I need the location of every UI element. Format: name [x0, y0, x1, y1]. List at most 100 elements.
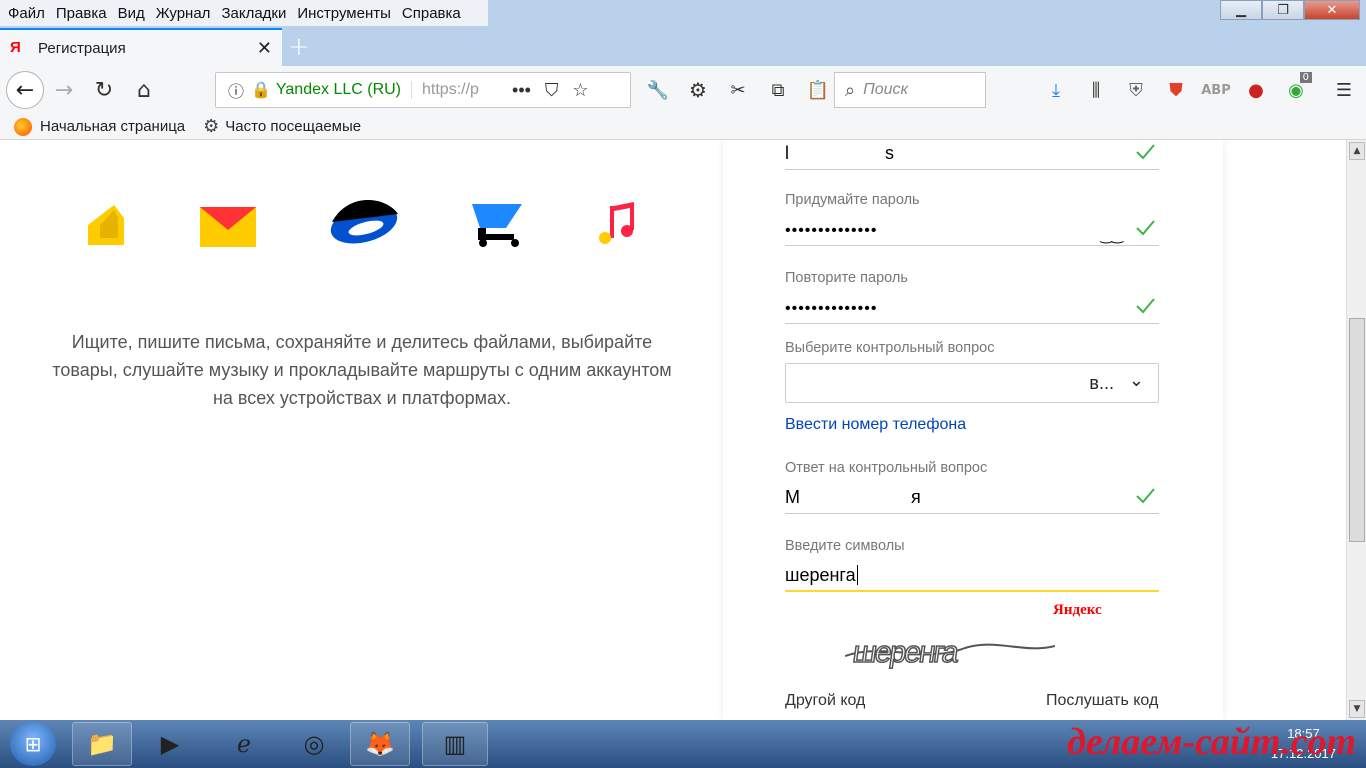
promo-description: Ищите, пишите письма, сохраняйте и делит…	[52, 332, 672, 408]
login-value-end: s	[885, 143, 894, 163]
captcha-brand-text: Яндекс	[1053, 602, 1102, 618]
ublock-icon[interactable]: ⛨	[1116, 70, 1156, 110]
bookmarks-toolbar: Начальная страница ⚙ Часто посещаемые	[0, 114, 1366, 140]
gear-icon[interactable]: ⚙	[678, 70, 718, 110]
valid-check-icon	[1136, 488, 1155, 504]
close-window-button[interactable]: ✕	[1304, 0, 1360, 20]
captcha-brand: Яндекс	[1053, 602, 1102, 619]
windows-taskbar: ⊞ 📁 ▶ ℯ ◎ 🦊 ▥ 18:57 17.12.2017 делаем-са…	[0, 720, 1366, 768]
captcha-image: шеренга	[845, 634, 1055, 674]
site-watermark: делаем-сайт.com	[1067, 721, 1356, 763]
pocket-icon[interactable]: ⛉	[545, 80, 559, 101]
cut-icon[interactable]: ✂	[718, 70, 758, 110]
window-controls: ▁ ❐ ✕	[1220, 0, 1360, 20]
enter-phone-link[interactable]: Ввести номер телефона	[785, 416, 966, 434]
reload-button[interactable]: ↻	[84, 70, 124, 110]
start-button[interactable]: ⊞	[10, 722, 56, 766]
yandex-favicon-icon: Я	[10, 39, 21, 56]
menu-edit[interactable]: Правка	[56, 5, 107, 22]
search-icon: ⌕	[845, 79, 856, 100]
security-answer-label: Ответ на контрольный вопрос	[785, 460, 988, 476]
security-answer-field[interactable]: М я	[785, 478, 1159, 514]
bookmark-star-icon[interactable]: ☆	[572, 80, 588, 101]
adblock-icon[interactable]: ABP	[1196, 70, 1236, 110]
captcha-text: шеренга	[850, 635, 960, 670]
valid-check-icon	[1136, 144, 1155, 160]
chevron-down-icon: ⌄	[1128, 370, 1144, 390]
page-actions-icon[interactable]: •••	[512, 80, 531, 101]
show-password-icon[interactable]: ‿‿	[1100, 220, 1123, 250]
login-field[interactable]: l s	[785, 140, 1159, 170]
menu-tools[interactable]: Инструменты	[297, 5, 391, 22]
repeat-password-value: ••••••••••••••	[785, 300, 878, 317]
site-identity[interactable]: Yandex LLC (RU)	[276, 81, 413, 99]
security-question-label: Выберите контрольный вопрос	[785, 340, 995, 356]
answer-value-end: я	[911, 487, 921, 507]
new-tab-button[interactable]: +	[288, 32, 310, 62]
bookmark-home[interactable]: Начальная страница	[40, 118, 185, 135]
valid-check-icon	[1136, 220, 1155, 236]
wrench-icon[interactable]: 🔧	[638, 70, 678, 110]
hamburger-menu-icon[interactable]: ☰	[1324, 70, 1364, 110]
firefox-taskbar-icon[interactable]: 🦊	[350, 722, 410, 766]
url-text[interactable]: https://p	[422, 81, 498, 99]
back-button[interactable]: ←	[6, 71, 44, 109]
music-icon	[599, 202, 634, 244]
media-player-taskbar-icon[interactable]: ▶	[140, 722, 200, 766]
library-icon[interactable]: ⫼	[1076, 70, 1116, 110]
text-cursor	[856, 565, 858, 585]
toolbar-right-icons: ⤓ ⫼ ⛨ ⛊ ABP ● ◉ 0 ☰	[1036, 70, 1364, 110]
password-value: ••••••••••••••	[785, 222, 878, 239]
chrome-taskbar-icon[interactable]: ◎	[284, 722, 344, 766]
home-button[interactable]: ⌂	[124, 70, 164, 110]
tab-registration[interactable]: Я Регистрация ✕	[0, 28, 282, 66]
valid-check-icon	[1136, 298, 1155, 314]
captcha-label: Введите символы	[785, 538, 905, 554]
address-bar[interactable]: ⓘ 🔒 Yandex LLC (RU) https://p ••• ⛉ ☆	[215, 72, 631, 108]
notification-extension-icon[interactable]: ◉ 0	[1276, 70, 1316, 110]
yandex-services-icons	[88, 200, 634, 247]
scroll-down-arrow-icon[interactable]: ▼	[1349, 700, 1365, 718]
scroll-thumb[interactable]	[1349, 318, 1365, 542]
menu-bar: Файл Правка Вид Журнал Закладки Инструме…	[0, 0, 488, 26]
maximize-button[interactable]: ❐	[1262, 0, 1304, 20]
mail-icon	[200, 207, 256, 247]
repeat-password-field[interactable]: ••••••••••••••	[785, 292, 1159, 324]
security-question-select[interactable]: в... ⌄	[785, 363, 1159, 403]
search-placeholder: Поиск	[863, 81, 909, 98]
disk-icon	[330, 200, 398, 244]
info-icon[interactable]: ⓘ	[226, 78, 246, 102]
other-code-link[interactable]: Другой код	[785, 692, 865, 710]
explorer-taskbar-icon[interactable]: 📁	[72, 722, 132, 766]
listen-code-link[interactable]: Послушать код	[1046, 692, 1158, 710]
balls-extension-icon[interactable]: ●	[1236, 70, 1276, 110]
password-label: Придумайте пароль	[785, 192, 920, 208]
menu-bookmarks[interactable]: Закладки	[221, 5, 286, 22]
shield-icon[interactable]: ⛊	[1156, 70, 1196, 110]
ie-taskbar-icon[interactable]: ℯ	[214, 722, 274, 766]
page-scrollbar[interactable]: ▲ ▼	[1346, 140, 1366, 720]
bookmark-most-visited[interactable]: Часто посещаемые	[225, 118, 361, 135]
password-field[interactable]: •••••••••••••• ‿‿	[785, 214, 1159, 246]
copy-icon[interactable]: ⧉	[758, 70, 798, 110]
menu-help[interactable]: Справка	[402, 5, 461, 22]
extension-tools: 🔧 ⚙ ✂ ⧉ 📋	[638, 70, 838, 110]
tab-close-icon[interactable]: ✕	[257, 38, 272, 59]
gear-icon: ⚙	[203, 116, 220, 136]
download-icon[interactable]: ⤓	[1036, 70, 1076, 110]
repeat-password-label: Повторите пароль	[785, 270, 908, 286]
search-input[interactable]: ⌕ Поиск	[834, 72, 986, 108]
page-content: Ищите, пишите письма, сохраняйте и делит…	[0, 140, 1346, 720]
captcha-value: шеренга	[785, 565, 856, 585]
menu-view[interactable]: Вид	[118, 5, 145, 22]
menu-file[interactable]: Файл	[8, 5, 45, 22]
answer-value-start: М	[785, 487, 800, 507]
scroll-up-arrow-icon[interactable]: ▲	[1349, 142, 1365, 160]
forward-button[interactable]: →	[44, 70, 84, 110]
archive-taskbar-icon[interactable]: ▥	[422, 722, 488, 766]
menu-history[interactable]: Журнал	[156, 5, 211, 22]
minimize-button[interactable]: ▁	[1220, 0, 1262, 20]
captcha-input[interactable]: шеренга	[785, 560, 1159, 592]
redaction	[795, 140, 885, 164]
paste-icon[interactable]: 📋	[798, 70, 838, 110]
